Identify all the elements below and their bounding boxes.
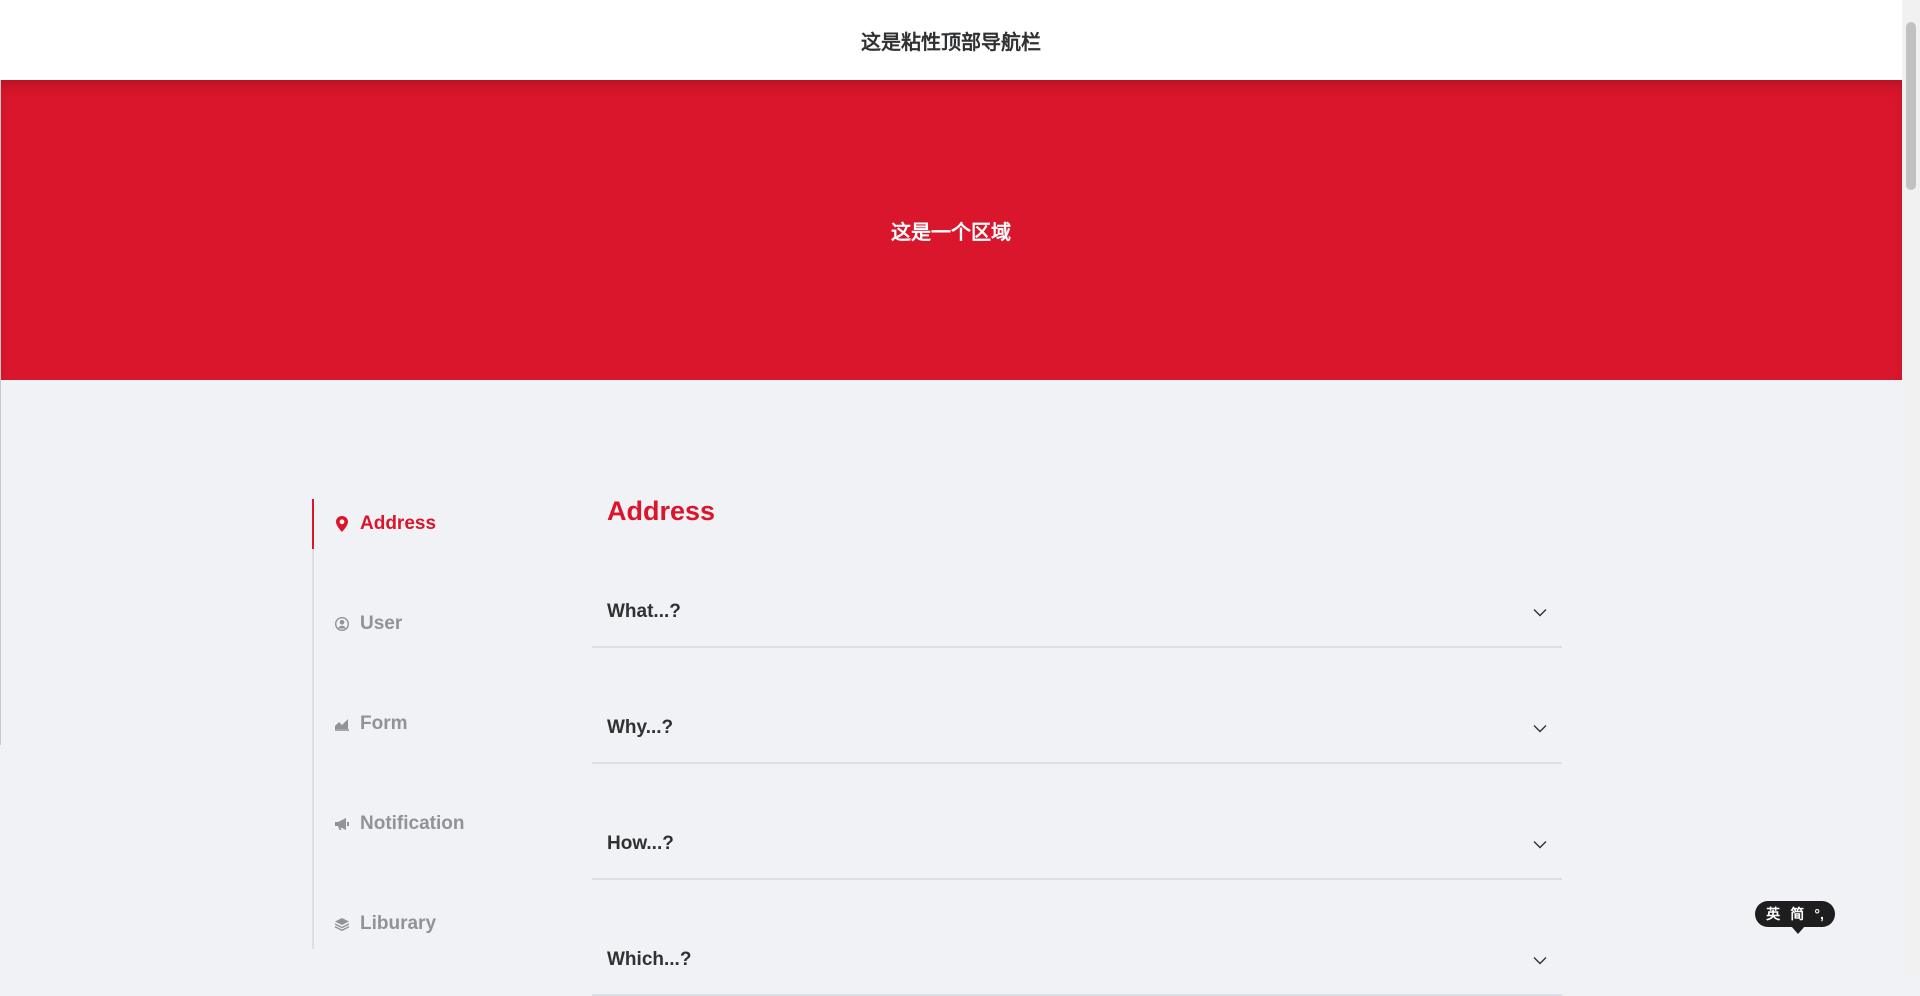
page-scrollbar[interactable] bbox=[1902, 0, 1920, 975]
faq-question: What...? bbox=[607, 601, 681, 622]
sidebar-item-label: Liburary bbox=[360, 913, 437, 934]
chart-icon bbox=[334, 716, 350, 732]
user-icon bbox=[334, 616, 350, 632]
faq-question: Why...? bbox=[607, 717, 674, 738]
map-pin-icon bbox=[334, 516, 350, 532]
hero-banner: 这是一个区域 bbox=[0, 80, 1902, 380]
sidebar-item-notification[interactable]: Notification bbox=[314, 799, 532, 849]
sidebar-item-address[interactable]: Address bbox=[312, 499, 530, 549]
faq-item[interactable]: Why...? bbox=[592, 694, 1562, 764]
faq-item[interactable]: Which...? bbox=[592, 926, 1562, 996]
sidebar-item-label: User bbox=[360, 613, 403, 634]
megaphone-icon bbox=[334, 816, 350, 832]
sidebar-item-form[interactable]: Form bbox=[314, 699, 532, 749]
sticky-top-navbar: 这是粘性顶部导航栏 bbox=[0, 0, 1902, 80]
faq-item[interactable]: What...? bbox=[592, 578, 1562, 648]
hero-text: 这是一个区域 bbox=[891, 221, 1011, 244]
ime-indicator[interactable]: 英 简 °, bbox=[1755, 901, 1835, 934]
sidebar-nav: Address User Form Notification Liburary bbox=[312, 499, 534, 949]
faq-item[interactable]: How...? bbox=[592, 810, 1562, 880]
sidebar-item-user[interactable]: User bbox=[314, 599, 532, 649]
sidebar-item-liburary[interactable]: Liburary bbox=[314, 899, 532, 949]
ime-lang: 英 bbox=[1766, 906, 1781, 922]
sidebar-item-label: Form bbox=[360, 713, 408, 734]
chevron-down-icon bbox=[1532, 952, 1548, 968]
sidebar-item-label: Address bbox=[360, 513, 437, 534]
navbar-title: 这是粘性顶部导航栏 bbox=[861, 31, 1041, 54]
section-title: Address bbox=[607, 496, 716, 526]
layers-icon bbox=[334, 916, 350, 932]
sidebar-item-label: Notification bbox=[360, 813, 465, 834]
scrollbar-thumb[interactable] bbox=[1906, 22, 1916, 190]
ime-punct: °, bbox=[1814, 906, 1824, 922]
faq-question: Which...? bbox=[607, 949, 692, 970]
left-edge-divider bbox=[0, 80, 1, 745]
chevron-down-icon bbox=[1532, 836, 1548, 852]
chevron-down-icon bbox=[1532, 604, 1548, 620]
ime-mode: 简 bbox=[1790, 906, 1805, 922]
faq-question: How...? bbox=[607, 833, 674, 854]
chevron-down-icon bbox=[1532, 720, 1548, 736]
